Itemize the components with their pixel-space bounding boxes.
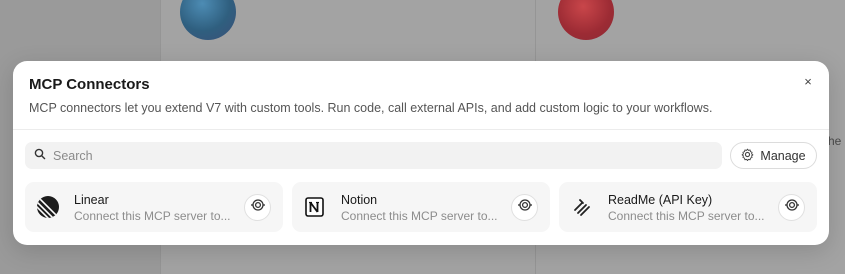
manage-button-label: Manage: [760, 148, 806, 163]
modal-title: MCP Connectors: [29, 76, 150, 93]
search-field[interactable]: [25, 142, 722, 169]
connector-list: Linear Connect this MCP server to... Not…: [25, 182, 817, 232]
connector-card-linear[interactable]: Linear Connect this MCP server to...: [25, 182, 283, 232]
connector-name: Linear: [74, 193, 109, 207]
notion-icon: [302, 194, 328, 220]
plug-icon: [250, 197, 266, 218]
connect-button[interactable]: [778, 194, 805, 221]
close-button[interactable]: ×: [799, 72, 817, 90]
connector-subtitle: Connect this MCP server to...: [608, 209, 765, 223]
linear-icon: [35, 194, 61, 220]
plug-icon: [517, 197, 533, 218]
connector-subtitle: Connect this MCP server to...: [74, 209, 231, 223]
background-partial-text: he: [828, 134, 842, 148]
connector-name: Notion: [341, 193, 378, 207]
mcp-connectors-modal: MCP Connectors MCP connectors let you ex…: [13, 61, 829, 245]
search-icon: [34, 147, 46, 165]
connector-card-readme[interactable]: ReadMe (API Key) Connect this MCP server…: [559, 182, 817, 232]
connector-card-notion[interactable]: Notion Connect this MCP server to...: [292, 182, 550, 232]
modal-description: MCP connectors let you extend V7 with cu…: [29, 101, 713, 115]
manage-button[interactable]: Manage: [730, 142, 817, 169]
header-divider: [13, 129, 829, 130]
close-icon: ×: [804, 73, 812, 89]
gear-icon: [741, 148, 754, 164]
connect-button[interactable]: [511, 194, 538, 221]
search-input[interactable]: [53, 148, 693, 163]
connector-name: ReadMe (API Key): [608, 193, 713, 207]
connect-button[interactable]: [244, 194, 271, 221]
connector-subtitle: Connect this MCP server to...: [341, 209, 498, 223]
plug-icon: [784, 197, 800, 218]
readme-icon: [569, 194, 595, 220]
